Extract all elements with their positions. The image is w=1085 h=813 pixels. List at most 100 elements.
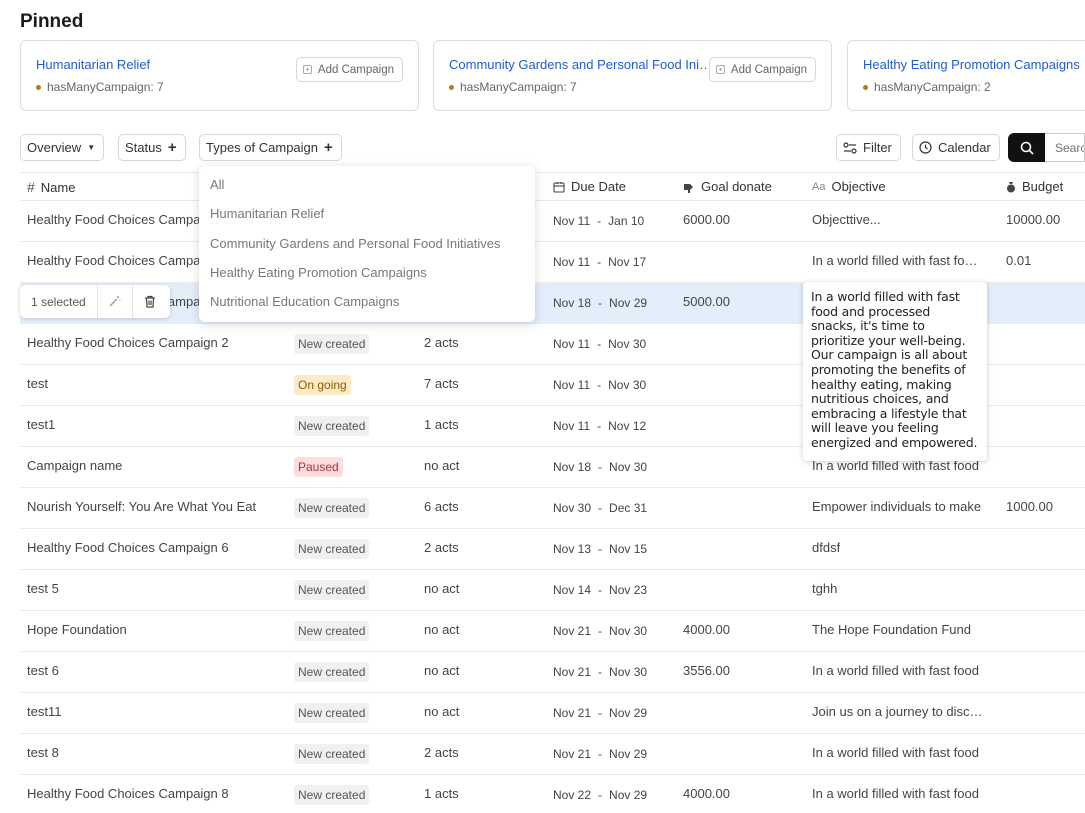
column-name-label: Name <box>40 179 76 195</box>
table-row[interactable]: test11 New created no act Nov 21- Nov 29 … <box>20 693 1085 734</box>
due-start: Nov 21 <box>553 624 592 638</box>
goal-donate: 4000.00 <box>683 622 730 637</box>
calendar-button[interactable]: Calendar <box>912 134 1000 161</box>
add-campaign-label: Add Campaign <box>730 63 807 76</box>
menu-item-nutritional-education[interactable]: Nutritional Education Campaigns <box>210 294 399 309</box>
status-dot-icon <box>449 84 454 90</box>
table-row[interactable]: Healthy Food Choices Campaign 1 Nov 11- N… <box>20 242 1085 283</box>
due-end: Nov 30 <box>609 460 648 474</box>
search-input[interactable] <box>1045 133 1085 162</box>
campaign-name[interactable]: test 8 <box>27 745 59 760</box>
campaign-name[interactable]: test1 <box>27 417 55 432</box>
types-of-campaign-button[interactable]: Types of Campaign + <box>199 134 342 161</box>
campaign-name[interactable]: Hope Foundation <box>27 622 127 637</box>
campaign-name[interactable]: test <box>27 376 48 391</box>
due-date: Nov 21- Nov 29 <box>553 706 647 720</box>
status-badge[interactable]: New created <box>294 744 370 764</box>
pinned-card-name[interactable]: Humanitarian Relief <box>36 57 150 72</box>
due-end: Jan 10 <box>608 214 645 228</box>
campaign-name[interactable]: Healthy Food Choices Campaign 8 <box>27 786 229 801</box>
add-campaign-button[interactable]: Add Campaign <box>708 57 816 82</box>
status-badge[interactable]: New created <box>294 785 370 805</box>
plus-square-icon <box>715 65 725 74</box>
status-badge[interactable]: New created <box>294 334 370 354</box>
menu-item-healthy-eating[interactable]: Healthy Eating Promotion Campaigns <box>210 265 427 280</box>
campaign-name[interactable]: Nourish Yourself: You Are What You Eat <box>27 499 256 514</box>
due-end: Nov 23 <box>609 583 648 597</box>
due-end: Nov 17 <box>608 255 647 269</box>
search-button[interactable] <box>1008 133 1045 162</box>
pinned-card-humanitarian-relief[interactable]: Humanitarian Relief hasManyCampaign: 7 A… <box>20 40 419 111</box>
status-badge[interactable]: New created <box>294 703 370 723</box>
table-row[interactable]: Nourish Yourself: You Are What You Eat N… <box>20 488 1085 529</box>
magic-wand-button[interactable] <box>98 285 133 318</box>
campaign-name[interactable]: test11 <box>27 704 61 719</box>
types-label: Types of Campaign <box>206 140 319 155</box>
table-row[interactable]: Healthy Food Choices Campaign 6 New crea… <box>20 529 1085 570</box>
objective: In a world filled with fast food and pro… <box>812 253 984 268</box>
menu-item-all[interactable]: All <box>210 177 224 192</box>
campaign-name[interactable]: test 5 <box>27 581 59 596</box>
status-badge[interactable]: New created <box>294 498 370 518</box>
column-header-objective[interactable]: Aa Objective <box>812 179 886 194</box>
status-badge[interactable]: New created <box>294 580 370 600</box>
status-badge[interactable]: New created <box>294 662 370 682</box>
pinned-card-community-gardens[interactable]: Community Gardens and Personal Food Init… <box>433 40 832 111</box>
filter-button[interactable]: Filter <box>836 134 901 161</box>
column-header-goal-donate[interactable]: Goal donate <box>683 179 772 194</box>
objective: The Hope Foundation Fund <box>812 622 971 637</box>
status-badge[interactable]: New created <box>294 416 370 436</box>
column-header-name[interactable]: # Name <box>27 179 75 195</box>
status-badge[interactable]: Paused <box>294 457 343 477</box>
due-date: Nov 18- Nov 30 <box>553 460 647 474</box>
due-start: Nov 14 <box>553 583 592 597</box>
objective: tghh <box>812 581 838 596</box>
menu-item-community-gardens[interactable]: Community Gardens and Personal Food Init… <box>210 236 500 251</box>
table-row[interactable]: test 5 New created no act Nov 14- Nov 23 … <box>20 570 1085 611</box>
goal-donate: 4000.00 <box>683 786 730 801</box>
campaign-name[interactable]: Campaign name <box>27 458 122 473</box>
date-separator: - <box>598 583 603 597</box>
acts-count: no act <box>424 622 460 637</box>
status-badge[interactable]: New created <box>294 539 370 559</box>
pinned-card-name[interactable]: Healthy Eating Promotion Campaigns <box>863 57 1080 72</box>
campaign-name[interactable]: test 6 <box>27 663 59 678</box>
table-row[interactable]: Hope Foundation New created no act Nov 2… <box>20 611 1085 652</box>
overview-view-dropdown[interactable]: Overview ▼ <box>20 134 105 161</box>
add-campaign-button[interactable]: Add Campaign <box>295 57 403 82</box>
due-date: Nov 11- Jan 10 <box>553 214 644 228</box>
table-row[interactable]: test 8 New created 2 acts Nov 21- Nov 29 … <box>20 734 1085 775</box>
column-header-due-date[interactable]: Due Date <box>553 179 626 194</box>
due-end: Nov 29 <box>609 788 648 802</box>
date-separator: - <box>597 378 602 392</box>
delete-button[interactable] <box>133 285 168 318</box>
campaign-name[interactable]: Healthy Food Choices Campaign 6 <box>27 540 229 555</box>
date-separator: - <box>597 214 602 228</box>
due-end: Nov 29 <box>609 296 648 310</box>
status-dot-icon <box>36 84 41 90</box>
status-filter-button[interactable]: Status + <box>118 134 186 161</box>
pinned-card-name[interactable]: Community Gardens and Personal Food Init… <box>449 57 714 72</box>
menu-item-humanitarian-relief[interactable]: Humanitarian Relief <box>210 206 324 221</box>
goal-donate: 5000.00 <box>683 294 730 309</box>
acts-count: 2 acts <box>424 335 459 350</box>
due-end: Nov 29 <box>609 747 648 761</box>
due-date: Nov 21- Nov 30 <box>553 624 647 638</box>
table-row[interactable]: Healthy Food Choices Campaign 8 New crea… <box>20 775 1085 813</box>
due-end: Nov 30 <box>608 337 647 351</box>
acts-count: no act <box>424 458 460 473</box>
status-dot-icon <box>863 84 868 90</box>
due-date: Nov 30- Dec 31 <box>553 501 647 515</box>
chevron-down-icon: ▼ <box>87 143 96 152</box>
status-badge[interactable]: New created <box>294 621 370 641</box>
pinned-card-healthy-eating[interactable]: Healthy Eating Promotion Campaigns hasMa… <box>847 40 1085 111</box>
date-separator: - <box>598 747 603 761</box>
table-row[interactable]: Healthy Food Choices Campaign 0 Nov 11- J… <box>20 201 1085 242</box>
table-row[interactable]: test 6 New created no act Nov 21- Nov 30 … <box>20 652 1085 693</box>
due-date: Nov 21- Nov 29 <box>553 747 647 761</box>
column-objective-label: Objective <box>831 179 886 194</box>
due-date: Nov 22- Nov 29 <box>553 788 647 802</box>
campaign-name[interactable]: Healthy Food Choices Campaign 2 <box>27 335 229 350</box>
status-badge[interactable]: On going <box>294 375 351 395</box>
column-header-budget[interactable]: Budget <box>1006 179 1063 194</box>
